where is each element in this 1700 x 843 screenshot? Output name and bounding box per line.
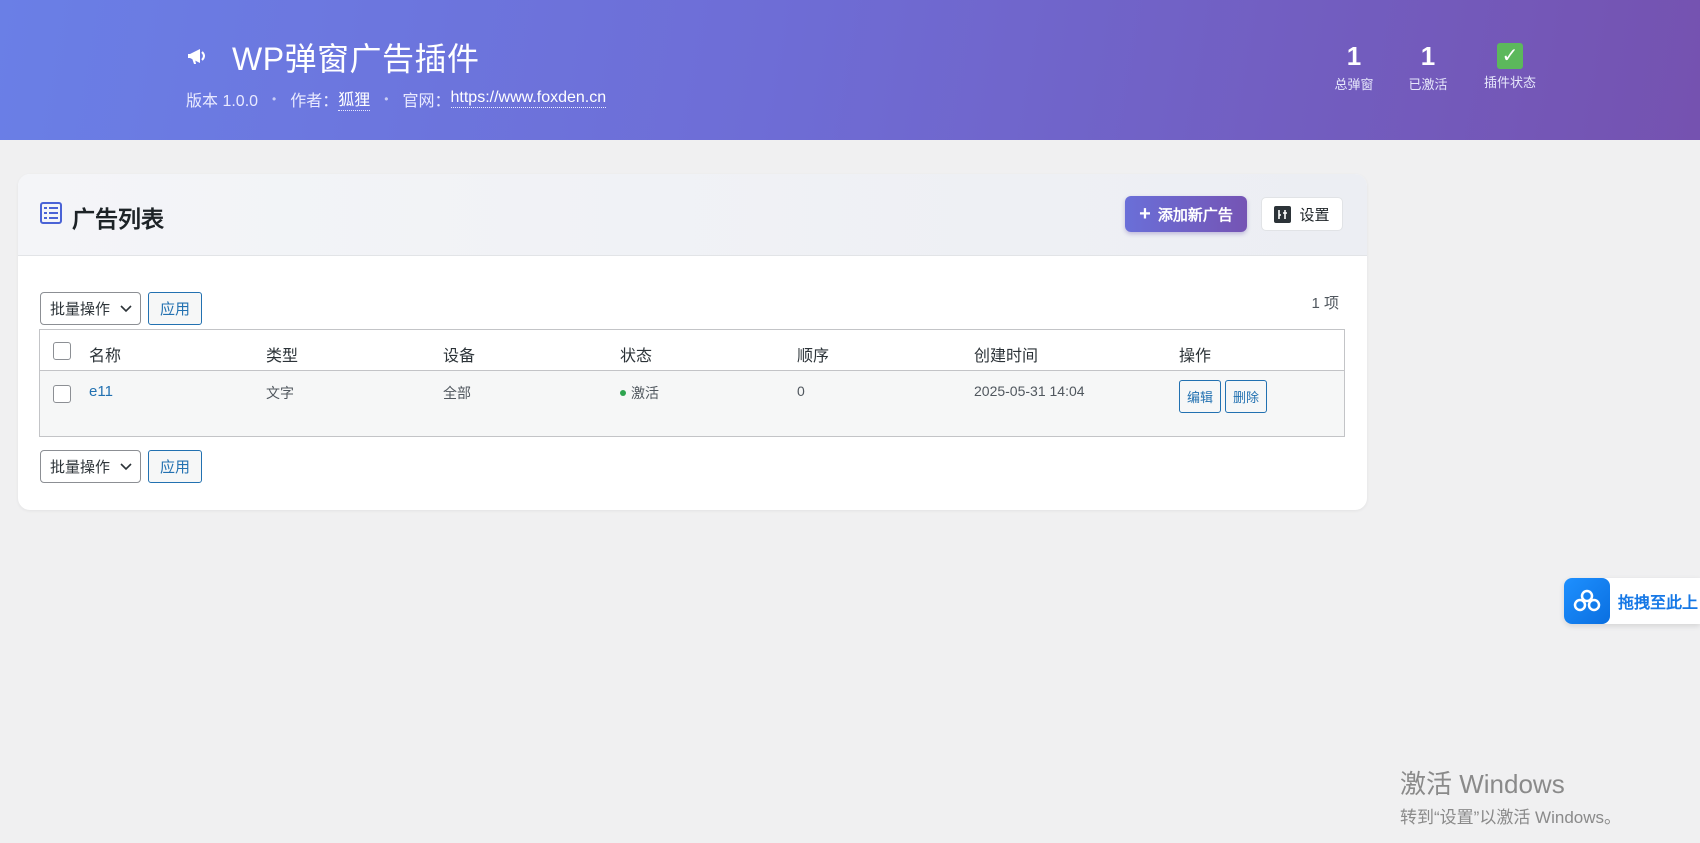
table-row: e11 文字 全部 激活 0 2025-05-31 14:04 编辑 删除 xyxy=(40,371,1344,436)
status-dot-icon xyxy=(620,390,626,397)
apply-button[interactable]: 应用 xyxy=(148,450,202,483)
stat-label: 插件状态 xyxy=(1483,75,1536,90)
column-header: 顺序 xyxy=(797,348,830,365)
column-header: 创建时间 xyxy=(974,348,1039,365)
check-icon: ✓ xyxy=(1497,43,1523,69)
item-count: 1 项 xyxy=(1311,295,1339,312)
chevron-down-icon xyxy=(120,458,132,475)
ad-type: 文字 xyxy=(266,385,294,401)
chevron-down-icon xyxy=(120,300,132,317)
watermark-title: 激活 Windows xyxy=(1400,769,1565,799)
column-header: 操作 xyxy=(1179,348,1212,365)
table-header: 名称 类型 设备 状态 顺序 创建时间 操作 xyxy=(40,330,1344,371)
column-header: 状态 xyxy=(620,348,653,365)
bulk-action-value: 批量操作 xyxy=(50,301,111,318)
bulk-actions-bottom: 批量操作 应用 xyxy=(40,450,202,483)
stat-active: 1 已激活 xyxy=(1406,40,1450,93)
plugin-header: WP弹窗广告插件 版本 1.0.0 • 作者： 狐狸 • 官网： https:/… xyxy=(0,0,1700,140)
delete-button[interactable]: 删除 xyxy=(1225,380,1268,413)
add-new-ad-label: 添加新广告 xyxy=(1157,206,1233,224)
status-text: 激活 xyxy=(631,385,659,401)
ad-status: 激活 xyxy=(620,383,659,403)
drag-upload-widget[interactable]: 拖拽至此上 xyxy=(1564,578,1700,624)
bulk-action-select[interactable]: 批量操作 xyxy=(40,450,141,483)
bulk-action-value: 批量操作 xyxy=(50,459,111,476)
apply-button[interactable]: 应用 xyxy=(148,292,202,325)
ad-table: 名称 类型 设备 状态 顺序 创建时间 操作 e11 文字 全部 激活 0 20… xyxy=(39,329,1345,437)
column-header: 设备 xyxy=(443,348,476,365)
ad-order: 0 xyxy=(797,383,805,399)
drag-widget-label: 拖拽至此上 xyxy=(1618,595,1699,612)
stat-total-popups: 1 总弹窗 xyxy=(1332,40,1376,93)
column-header: 类型 xyxy=(266,348,299,365)
stat-label: 总弹窗 xyxy=(1334,77,1374,92)
bulk-actions-top: 批量操作 应用 xyxy=(40,292,202,325)
bulk-action-select[interactable]: 批量操作 xyxy=(40,292,141,325)
list-icon xyxy=(40,202,62,224)
cloud-icon xyxy=(1564,578,1610,624)
plus-icon: + xyxy=(1139,203,1151,225)
ad-name-link[interactable]: e11 xyxy=(89,383,113,400)
ad-list-card: 广告列表 + 添加新广告 设置 批量操作 应用 1 项 名称 类型 设备 状态 xyxy=(18,174,1367,510)
card-header: 广告列表 + 添加新广告 设置 xyxy=(18,174,1367,256)
stat-plugin-status: ✓ 插件状态 xyxy=(1480,40,1540,91)
stat-value: 1 xyxy=(1346,41,1362,71)
row-checkbox[interactable] xyxy=(53,385,71,403)
windows-activation-watermark: 激活 Windows 转到“设置”以激活 Windows。 xyxy=(1400,764,1621,828)
add-new-ad-button[interactable]: + 添加新广告 xyxy=(1125,196,1247,232)
stat-value: 1 xyxy=(1420,41,1436,71)
header-stats: 1 总弹窗 1 已激活 ✓ 插件状态 xyxy=(0,40,1700,100)
settings-label: 设置 xyxy=(1299,206,1330,224)
stat-label: 已激活 xyxy=(1408,77,1448,92)
settings-button[interactable]: 设置 xyxy=(1261,197,1343,231)
edit-button[interactable]: 编辑 xyxy=(1179,380,1222,413)
card-title: 广告列表 xyxy=(72,206,164,232)
column-header[interactable]: 名称 xyxy=(89,342,121,366)
ad-created: 2025-05-31 14:04 xyxy=(974,383,1085,399)
watermark-subtitle: 转到“设置”以激活 Windows。 xyxy=(1400,808,1622,827)
ad-device: 全部 xyxy=(443,385,471,401)
row-actions: 编辑 删除 xyxy=(1179,380,1271,413)
select-all-checkbox[interactable] xyxy=(53,342,71,360)
settings-icon xyxy=(1274,205,1292,223)
